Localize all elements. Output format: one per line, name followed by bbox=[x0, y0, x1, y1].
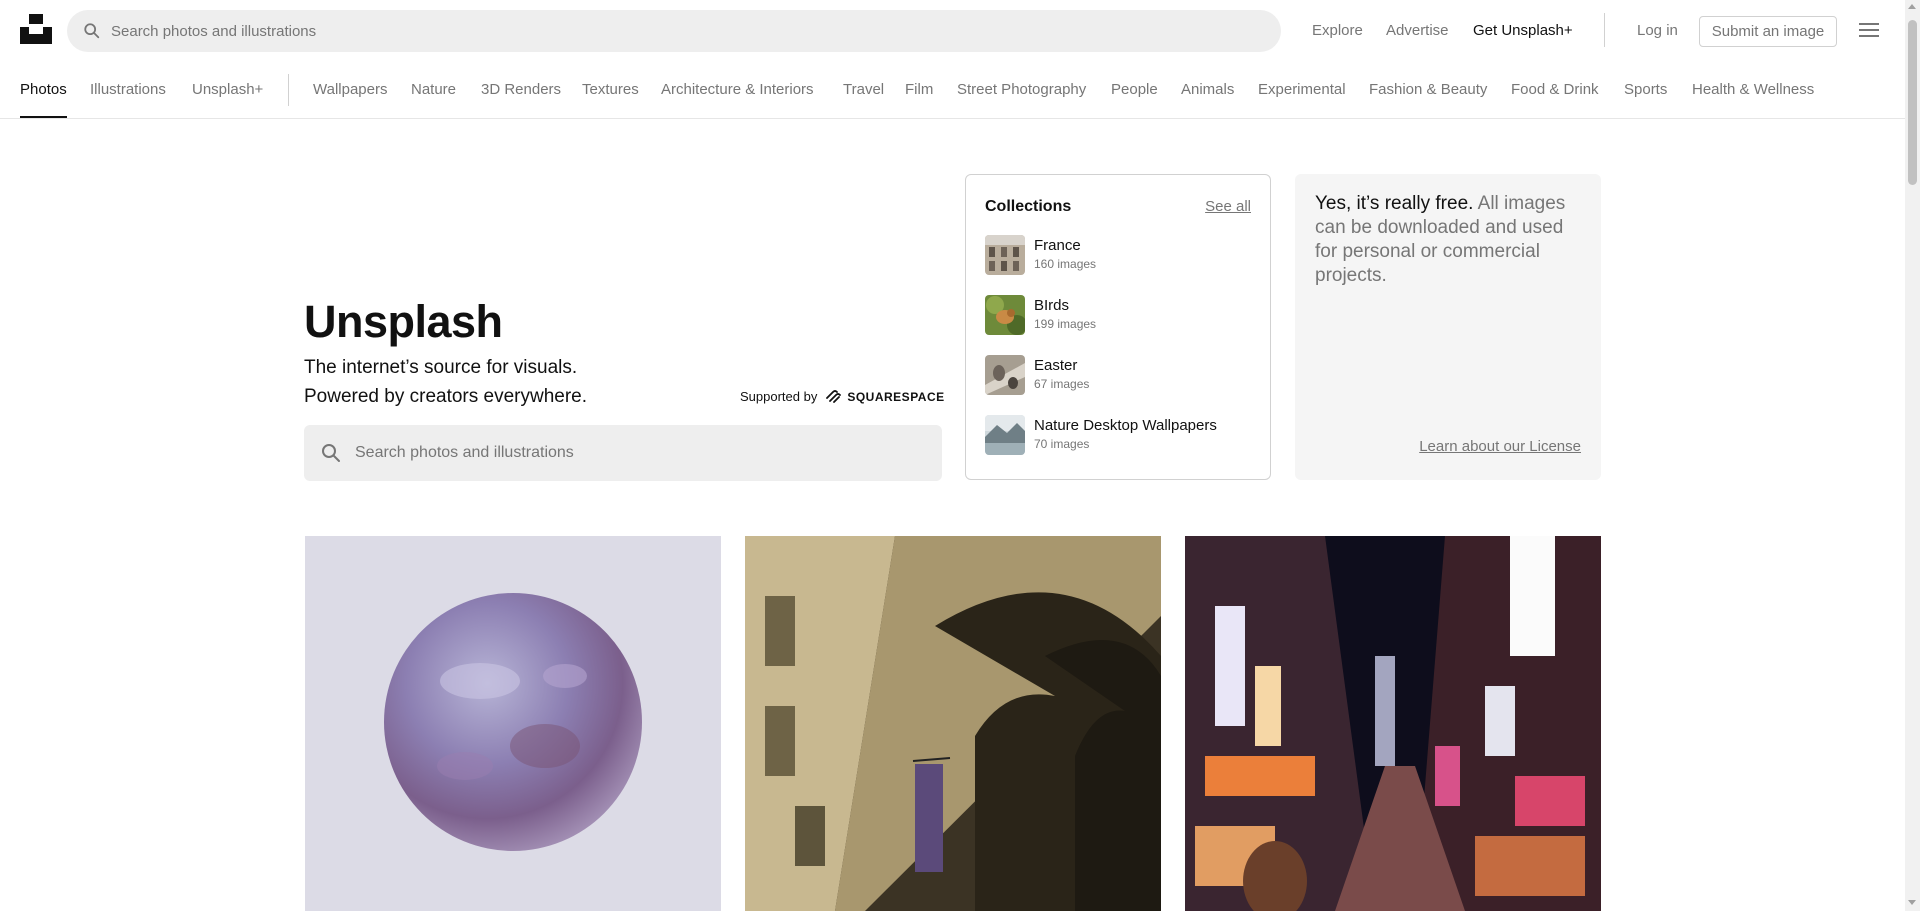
topic-street-photography[interactable]: Street Photography bbox=[957, 81, 1086, 98]
page-title: Unsplash bbox=[304, 296, 503, 347]
collections-card: Collections See all France 160 images BI… bbox=[965, 174, 1271, 480]
topic-food-drink[interactable]: Food & Drink bbox=[1511, 81, 1599, 98]
topic-architecture-interiors[interactable]: Architecture & Interiors bbox=[661, 81, 814, 98]
collection-thumbnail bbox=[985, 355, 1025, 395]
topic-health-wellness[interactable]: Health & Wellness bbox=[1692, 81, 1814, 98]
active-tab-indicator bbox=[20, 116, 67, 118]
squarespace-logo: SQUARESPACE bbox=[825, 390, 944, 404]
collection-count: 199 images bbox=[1034, 317, 1097, 331]
search-icon bbox=[322, 444, 340, 462]
topic-film[interactable]: Film bbox=[905, 81, 933, 98]
collection-item-easter[interactable]: Easter 67 images bbox=[985, 355, 1255, 395]
topic-wallpapers[interactable]: Wallpapers bbox=[313, 81, 387, 98]
top-bar: Explore Advertise Get Unsplash+ Log in S… bbox=[0, 0, 1905, 60]
see-all-link[interactable]: See all bbox=[1205, 198, 1251, 215]
top-search-bar[interactable] bbox=[67, 10, 1281, 52]
supported-by-label: Supported by bbox=[740, 389, 818, 404]
topic-3d-renders[interactable]: 3D Renders bbox=[481, 81, 561, 98]
topic-people[interactable]: People bbox=[1111, 81, 1158, 98]
collection-name: BIrds bbox=[1034, 297, 1070, 314]
collection-count: 70 images bbox=[1034, 437, 1090, 451]
topic-fashion-beauty[interactable]: Fashion & Beauty bbox=[1369, 81, 1487, 98]
header-divider bbox=[1604, 13, 1605, 47]
hero-subtitle-line-1: The internet’s source for visuals. bbox=[304, 357, 578, 378]
tab-unsplash-plus[interactable]: Unsplash+ bbox=[192, 81, 263, 98]
collection-count: 160 images bbox=[1034, 257, 1097, 271]
license-lead: Yes, it’s really free. bbox=[1315, 193, 1474, 214]
hero-search-bar[interactable] bbox=[304, 425, 942, 481]
collection-name: France bbox=[1034, 237, 1081, 254]
collection-thumbnail bbox=[985, 295, 1025, 335]
collection-item-france[interactable]: France 160 images bbox=[985, 235, 1255, 275]
hamburger-menu-icon[interactable] bbox=[1859, 22, 1879, 38]
collection-name: Nature Desktop Wallpapers bbox=[1034, 417, 1217, 434]
collection-item-nature-desktop-wallpapers[interactable]: Nature Desktop Wallpapers 70 images bbox=[985, 415, 1255, 455]
category-nav: Photos Illustrations Unsplash+ Wallpaper… bbox=[0, 60, 1905, 119]
topic-nature[interactable]: Nature bbox=[411, 81, 456, 98]
hero-subtitle-line-2: Powered by creators everywhere. bbox=[304, 386, 588, 407]
tab-illustrations[interactable]: Illustrations bbox=[90, 81, 166, 98]
hero-subtitle: The internet’s source for visuals. Power… bbox=[304, 353, 587, 411]
sponsor-name: SQUARESPACE bbox=[847, 389, 945, 404]
submit-image-button[interactable]: Submit an image bbox=[1699, 16, 1837, 47]
scrollbar-thumb[interactable] bbox=[1908, 20, 1917, 185]
scroll-down-arrow-icon[interactable] bbox=[1908, 900, 1916, 905]
get-unsplash-plus-link[interactable]: Get Unsplash+ bbox=[1473, 0, 1573, 60]
collection-name: Easter bbox=[1034, 357, 1078, 374]
topic-animals[interactable]: Animals bbox=[1181, 81, 1234, 98]
sponsor-credit[interactable]: Supported by SQUARESPACE bbox=[740, 389, 945, 404]
collections-title: Collections bbox=[985, 198, 1072, 215]
license-text: Yes, it’s really free. All images can be… bbox=[1315, 192, 1585, 288]
topic-travel[interactable]: Travel bbox=[843, 81, 884, 98]
advertise-link[interactable]: Advertise bbox=[1386, 0, 1449, 60]
collection-thumbnail bbox=[985, 235, 1025, 275]
hero-search-input[interactable] bbox=[355, 444, 915, 462]
squarespace-icon bbox=[826, 389, 842, 403]
page-scrollbar[interactable] bbox=[1905, 0, 1920, 911]
learn-license-link[interactable]: Learn about our License bbox=[1419, 438, 1581, 455]
tab-photos[interactable]: Photos bbox=[20, 81, 67, 98]
login-link[interactable]: Log in bbox=[1637, 0, 1678, 60]
photo-sphere[interactable] bbox=[305, 536, 721, 911]
collection-thumbnail bbox=[985, 415, 1025, 455]
explore-link[interactable]: Explore bbox=[1312, 0, 1363, 60]
collection-count: 67 images bbox=[1034, 377, 1090, 391]
nav-divider bbox=[288, 74, 289, 106]
neon-street-image bbox=[1185, 536, 1601, 911]
sphere-image bbox=[305, 536, 721, 911]
license-card: Yes, it’s really free. All images can be… bbox=[1295, 174, 1601, 480]
topic-sports[interactable]: Sports bbox=[1624, 81, 1667, 98]
search-icon bbox=[84, 23, 100, 39]
topic-textures[interactable]: Textures bbox=[582, 81, 639, 98]
photo-neon-street[interactable] bbox=[1185, 536, 1601, 911]
topic-experimental[interactable]: Experimental bbox=[1258, 81, 1346, 98]
collection-item-birds[interactable]: BIrds 199 images bbox=[985, 295, 1255, 335]
top-search-input[interactable] bbox=[111, 22, 1211, 40]
scroll-up-arrow-icon[interactable] bbox=[1908, 4, 1916, 9]
unsplash-logo-icon[interactable] bbox=[20, 14, 52, 44]
photo-building[interactable] bbox=[745, 536, 1161, 911]
building-image bbox=[745, 536, 1161, 911]
